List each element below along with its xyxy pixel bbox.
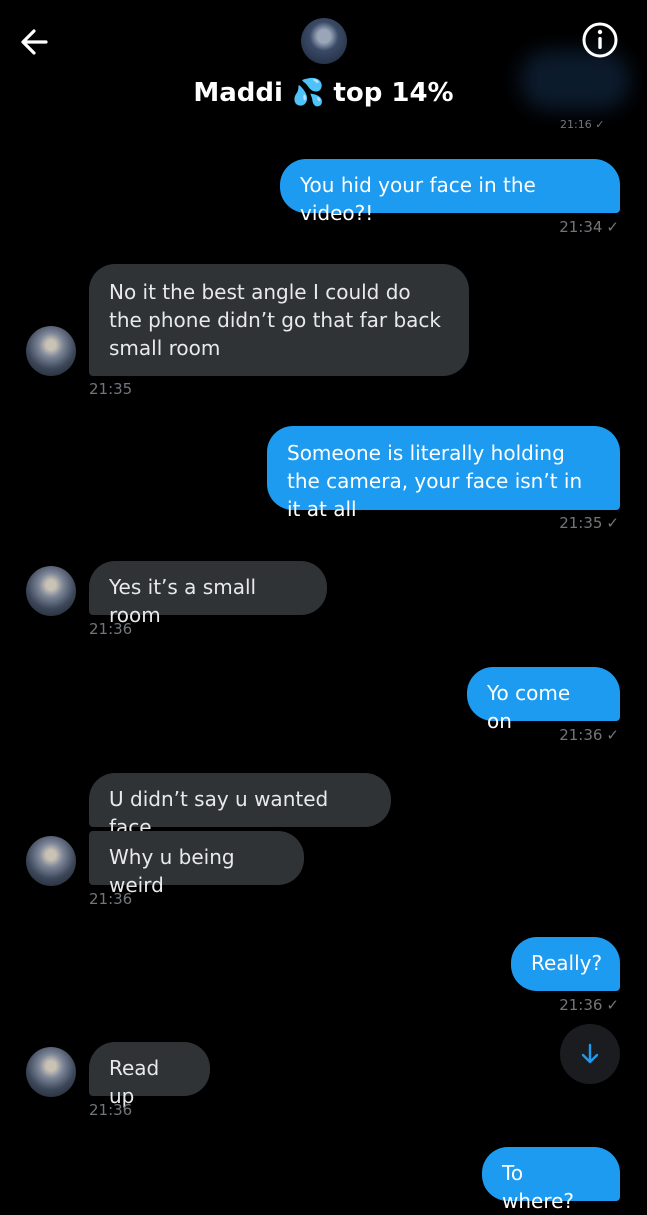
contact-avatar-small[interactable] — [26, 836, 76, 886]
message-timestamp: 21:35 ✓ — [559, 514, 619, 532]
contact-avatar[interactable] — [301, 18, 347, 64]
message-bubble-outgoing[interactable]: To where? — [482, 1147, 620, 1213]
message-bubble-outgoing[interactable]: Someone is literally holding the camera,… — [267, 426, 620, 521]
message-bubble-incoming[interactable]: No it the best angle I could do the phon… — [89, 264, 469, 376]
conversation-header: Maddi 💦 top 14% 21:16 ✓ — [0, 0, 647, 131]
sent-check-icon: ✓ — [606, 218, 619, 236]
sent-check-icon: ✓ — [606, 996, 619, 1014]
message-timestamp: 21:34 ✓ — [559, 218, 619, 236]
back-arrow-icon[interactable] — [16, 22, 56, 62]
message-bubble-incoming[interactable]: Yes it’s a small room — [89, 561, 327, 627]
message-timestamp: 21:36 ✓ — [559, 726, 619, 744]
message-timestamp: 21:36 — [89, 620, 133, 638]
contact-avatar-small[interactable] — [26, 1047, 76, 1097]
arrow-down-icon — [581, 1043, 599, 1064]
message-bubble-incoming[interactable]: U didn’t say u wanted face — [89, 773, 391, 839]
message-timestamp: 21:35 — [89, 380, 133, 398]
message-bubble-incoming[interactable]: Why u being weird — [89, 831, 304, 897]
message-timestamp: 21:36 — [89, 1101, 133, 1119]
contact-avatar-small[interactable] — [26, 326, 76, 376]
message-bubble-incoming[interactable]: Read up — [89, 1042, 210, 1108]
message-bubble-outgoing[interactable]: Really? — [511, 937, 620, 991]
message-bubble-outgoing[interactable]: You hid your face in the video?! — [280, 159, 620, 225]
previous-message-time: 21:16 ✓ — [560, 118, 605, 131]
sent-check-icon: ✓ — [606, 514, 619, 532]
info-icon[interactable] — [580, 20, 620, 60]
message-bubble-outgoing[interactable]: Yo come on — [467, 667, 620, 733]
contact-avatar-small[interactable] — [26, 566, 76, 616]
sent-check-icon: ✓ — [606, 726, 619, 744]
message-timestamp: 21:36 — [89, 890, 133, 908]
scroll-to-bottom-button[interactable] — [560, 1024, 620, 1084]
message-timestamp: 21:36 ✓ — [559, 996, 619, 1014]
